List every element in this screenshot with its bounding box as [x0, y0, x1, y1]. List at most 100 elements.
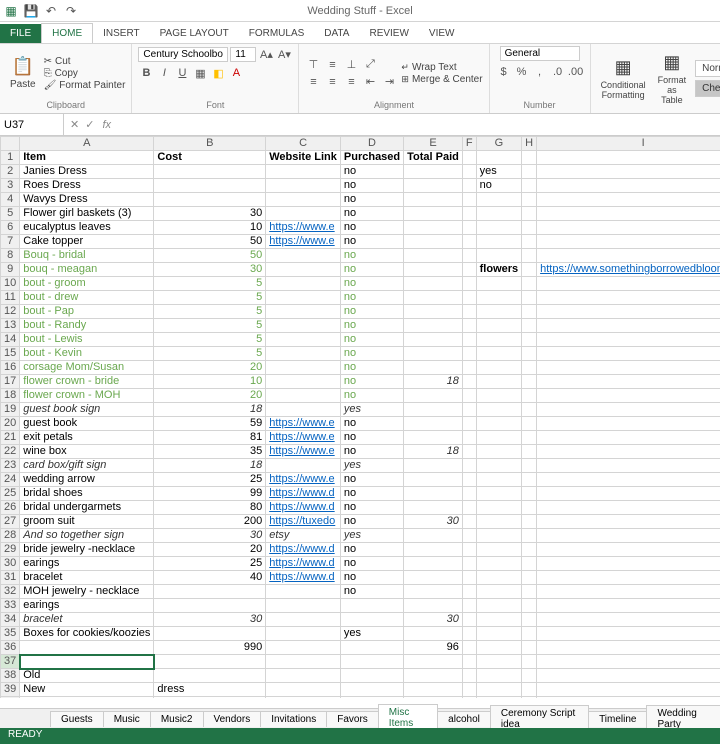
cell-E10[interactable] — [404, 277, 463, 291]
align-middle-icon[interactable]: ≡ — [324, 57, 340, 73]
cell-F7[interactable] — [462, 235, 476, 249]
cell-I35[interactable] — [537, 627, 720, 641]
row-header-19[interactable]: 19 — [1, 403, 20, 417]
cell-E1[interactable]: Total Paid — [404, 151, 463, 165]
wrap-text-button[interactable]: ↵Wrap Text — [401, 62, 482, 73]
cell-E6[interactable] — [404, 221, 463, 235]
cell-H33[interactable] — [522, 599, 537, 613]
cell-H4[interactable] — [522, 193, 537, 207]
cell-D20[interactable]: no — [340, 417, 403, 431]
cell-A4[interactable]: Wavys Dress — [20, 193, 154, 207]
cell-F33[interactable] — [462, 599, 476, 613]
cell-H26[interactable] — [522, 501, 537, 515]
cell-F8[interactable] — [462, 249, 476, 263]
cell-C33[interactable] — [266, 599, 341, 613]
decrease-font-icon[interactable]: A▾ — [276, 46, 292, 62]
cell-A33[interactable]: earings — [20, 599, 154, 613]
cell-F10[interactable] — [462, 277, 476, 291]
cell-E5[interactable] — [404, 207, 463, 221]
cell-I15[interactable] — [537, 347, 720, 361]
cell-H9[interactable] — [522, 263, 537, 277]
cell-H22[interactable] — [522, 445, 537, 459]
hyperlink[interactable]: https://www.d — [269, 557, 334, 569]
cell-A16[interactable]: corsage Mom/Susan — [20, 361, 154, 375]
cell-E23[interactable] — [404, 459, 463, 473]
cell-style-normal[interactable]: Normal — [695, 60, 720, 77]
cell-C28[interactable]: etsy — [266, 529, 341, 543]
cell-I28[interactable] — [537, 529, 720, 543]
cell-C31[interactable]: https://www.d — [266, 571, 341, 585]
cell-B11[interactable]: 5 — [154, 291, 266, 305]
cell-A39[interactable]: New — [20, 683, 154, 697]
row-header-12[interactable]: 12 — [1, 305, 20, 319]
cell-G14[interactable] — [476, 333, 522, 347]
cell-E18[interactable] — [404, 389, 463, 403]
format-as-table-button[interactable]: ▦Format as Table — [654, 50, 691, 107]
tab-page-layout[interactable]: PAGE LAYOUT — [150, 24, 239, 43]
cell-G30[interactable] — [476, 557, 522, 571]
cell-F37[interactable] — [462, 655, 476, 669]
cell-C16[interactable] — [266, 361, 341, 375]
bold-button[interactable]: B — [138, 65, 154, 81]
cell-G31[interactable] — [476, 571, 522, 585]
cell-I30[interactable] — [537, 557, 720, 571]
format-painter-button[interactable]: 🖌Format Painter — [44, 80, 126, 91]
tab-formulas[interactable]: FORMULAS — [239, 24, 315, 43]
cell-B40[interactable]: meagan's veil/flowers — [154, 697, 266, 699]
cell-E3[interactable] — [404, 179, 463, 193]
col-header-E[interactable]: E — [404, 137, 463, 151]
cell-C23[interactable] — [266, 459, 341, 473]
cell-I40[interactable] — [537, 697, 720, 699]
cell-F40[interactable] — [462, 697, 476, 699]
cell-B21[interactable]: 81 — [154, 431, 266, 445]
cell-F5[interactable] — [462, 207, 476, 221]
formula-input[interactable] — [117, 114, 720, 135]
increase-font-icon[interactable]: A▴ — [258, 46, 274, 62]
cell-E13[interactable] — [404, 319, 463, 333]
cell-G28[interactable] — [476, 529, 522, 543]
row-header-5[interactable]: 5 — [1, 207, 20, 221]
cell-C2[interactable] — [266, 165, 341, 179]
row-header-9[interactable]: 9 — [1, 263, 20, 277]
cell-I16[interactable] — [537, 361, 720, 375]
cell-I2[interactable] — [537, 165, 720, 179]
hyperlink[interactable]: https://www.e — [269, 431, 334, 443]
cell-H5[interactable] — [522, 207, 537, 221]
cell-D19[interactable]: yes — [340, 403, 403, 417]
cell-D14[interactable]: no — [340, 333, 403, 347]
cell-D16[interactable]: no — [340, 361, 403, 375]
cell-I6[interactable] — [537, 221, 720, 235]
cell-G7[interactable] — [476, 235, 522, 249]
cell-D6[interactable]: no — [340, 221, 403, 235]
cell-E28[interactable] — [404, 529, 463, 543]
cell-A10[interactable]: bout - groom — [20, 277, 154, 291]
cell-B5[interactable]: 30 — [154, 207, 266, 221]
cell-G24[interactable] — [476, 473, 522, 487]
align-bottom-icon[interactable]: ⊥ — [343, 57, 359, 73]
cell-E32[interactable] — [404, 585, 463, 599]
align-right-icon[interactable]: ≡ — [343, 74, 359, 90]
cell-D37[interactable] — [340, 655, 403, 669]
hyperlink[interactable]: https://www.d — [269, 487, 334, 499]
cell-D26[interactable]: no — [340, 501, 403, 515]
cell-D39[interactable] — [340, 683, 403, 697]
cell-I24[interactable] — [537, 473, 720, 487]
cell-A31[interactable]: bracelet — [20, 571, 154, 585]
row-header-22[interactable]: 22 — [1, 445, 20, 459]
row-header-10[interactable]: 10 — [1, 277, 20, 291]
cell-F2[interactable] — [462, 165, 476, 179]
cell-I10[interactable] — [537, 277, 720, 291]
cell-A36[interactable] — [20, 641, 154, 655]
cell-C9[interactable] — [266, 263, 341, 277]
cell-C18[interactable] — [266, 389, 341, 403]
cell-G37[interactable] — [476, 655, 522, 669]
sheet-tab-alcohol[interactable]: alcohol — [437, 711, 491, 727]
cell-F28[interactable] — [462, 529, 476, 543]
cell-C25[interactable]: https://www.d — [266, 487, 341, 501]
cell-G6[interactable] — [476, 221, 522, 235]
cell-B19[interactable]: 18 — [154, 403, 266, 417]
cell-H20[interactable] — [522, 417, 537, 431]
cell-C36[interactable] — [266, 641, 341, 655]
cell-A2[interactable]: Janies Dress — [20, 165, 154, 179]
cell-H11[interactable] — [522, 291, 537, 305]
